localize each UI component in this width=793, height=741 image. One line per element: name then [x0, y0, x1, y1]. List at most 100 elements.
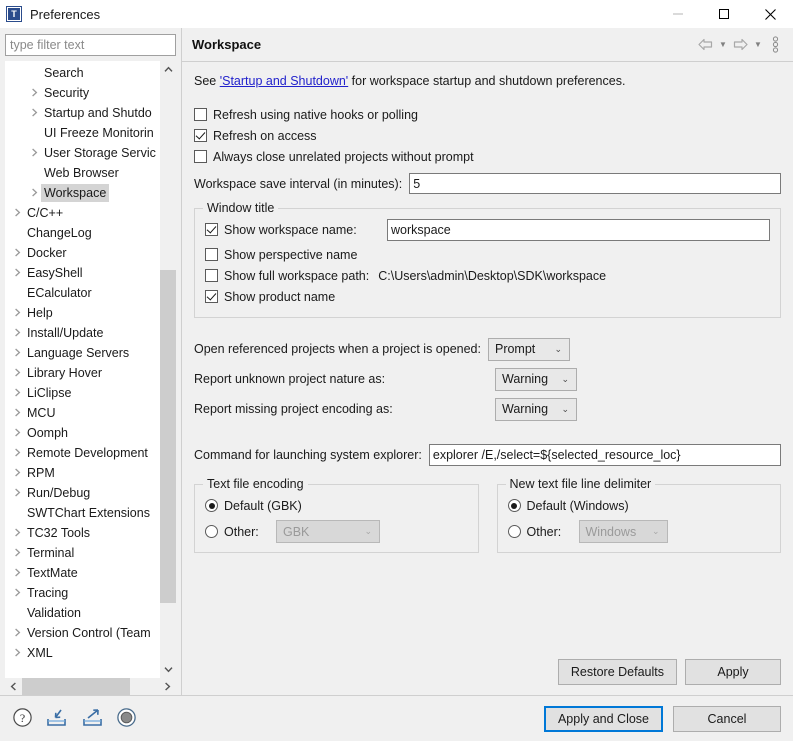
sidebar-item-language-servers[interactable]: Language Servers: [5, 343, 159, 363]
sidebar-item-mcu[interactable]: MCU: [5, 403, 159, 423]
filter-input[interactable]: type filter text: [5, 34, 176, 56]
checkbox-box[interactable]: [194, 108, 207, 121]
radio-button[interactable]: [205, 525, 218, 538]
sidebar-item-user-storage-servic[interactable]: User Storage Servic: [5, 143, 159, 163]
workspace-name-input[interactable]: workspace: [387, 218, 770, 241]
sidebar-item-install-update[interactable]: Install/Update: [5, 323, 159, 343]
view-menu-icon[interactable]: [766, 35, 785, 55]
chevron-right-icon[interactable]: [10, 383, 24, 403]
sidebar-item-changelog[interactable]: ChangeLog: [5, 223, 159, 243]
apply-and-close-button[interactable]: Apply and Close: [543, 705, 663, 732]
chevron-right-icon[interactable]: [10, 303, 24, 323]
delimiter-other-select[interactable]: Windows ⌄: [578, 520, 668, 543]
sidebar-item-library-hover[interactable]: Library Hover: [5, 363, 159, 383]
close-icon[interactable]: [747, 0, 793, 28]
sidebar-item-c-c[interactable]: C/C++: [5, 203, 159, 223]
sidebar-item-tracing[interactable]: Tracing: [5, 583, 159, 603]
sidebar-item-version-control-team[interactable]: Version Control (Team: [5, 623, 159, 643]
sidebar-item-ecalculator[interactable]: ECalculator: [5, 283, 159, 303]
chevron-right-icon[interactable]: [10, 403, 24, 423]
radio-button[interactable]: [507, 525, 521, 538]
scroll-up-icon[interactable]: [160, 61, 176, 78]
sidebar-item-docker[interactable]: Docker: [5, 243, 159, 263]
radio-encoding-other[interactable]: Other: GBK ⌄: [205, 520, 468, 543]
radio-delimiter-default[interactable]: Default (Windows): [507, 495, 771, 516]
sidebar-item-rpm[interactable]: RPM: [5, 463, 159, 483]
startup-shutdown-link[interactable]: 'Startup and Shutdown': [220, 74, 348, 88]
sidebar-item-terminal[interactable]: Terminal: [5, 543, 159, 563]
cancel-button[interactable]: Cancel: [673, 705, 781, 732]
checkbox-refresh-native-hooks[interactable]: Refresh using native hooks or polling: [194, 104, 781, 125]
scroll-down-icon[interactable]: [160, 661, 176, 678]
chevron-right-icon[interactable]: [10, 263, 24, 283]
chevron-right-icon[interactable]: [10, 423, 24, 443]
oomph-record-icon[interactable]: [116, 707, 137, 731]
checkbox-box[interactable]: [205, 248, 218, 261]
sidebar-item-remote-development[interactable]: Remote Development: [5, 443, 159, 463]
hscroll-thumb[interactable]: [22, 678, 130, 695]
back-arrow-icon[interactable]: [696, 35, 715, 55]
sidebar-item-swtchart-extensions[interactable]: SWTChart Extensions: [5, 503, 159, 523]
chevron-right-icon[interactable]: [10, 563, 24, 583]
apply-button[interactable]: Apply: [685, 659, 781, 685]
sidebar-item-ui-freeze-monitorin[interactable]: UI Freeze Monitorin: [5, 123, 159, 143]
checkbox-box[interactable]: [194, 150, 207, 163]
forward-history-chevron-down-icon[interactable]: ▼: [752, 35, 764, 55]
chevron-right-icon[interactable]: [10, 203, 24, 223]
restore-defaults-button[interactable]: Restore Defaults: [557, 659, 677, 685]
chevron-right-icon[interactable]: [10, 463, 24, 483]
sidebar-item-xml[interactable]: XML: [5, 643, 159, 663]
chevron-right-icon[interactable]: [10, 643, 24, 663]
sidebar-item-oomph[interactable]: Oomph: [5, 423, 159, 443]
radio-button[interactable]: [205, 499, 218, 512]
checkbox-always-close-unrelated[interactable]: Always close unrelated projects without …: [194, 146, 781, 167]
checkbox-refresh-on-access[interactable]: Refresh on access: [194, 125, 781, 146]
report-missing-encoding-select[interactable]: Warning ⌄: [495, 397, 577, 421]
sidebar-item-validation[interactable]: Validation: [5, 603, 159, 623]
chevron-right-icon[interactable]: [10, 343, 24, 363]
chevron-right-icon[interactable]: [10, 243, 24, 263]
checkbox-show-product-name[interactable]: Show product name: [205, 286, 770, 307]
sidebar-item-textmate[interactable]: TextMate: [5, 563, 159, 583]
chevron-right-icon[interactable]: [10, 543, 24, 563]
open-referenced-projects-select[interactable]: Prompt ⌄: [487, 337, 570, 361]
chevron-right-icon[interactable]: [10, 323, 24, 343]
sidebar-item-security[interactable]: Security: [5, 83, 159, 103]
export-preferences-icon[interactable]: [80, 707, 105, 731]
chevron-right-icon[interactable]: [10, 483, 24, 503]
chevron-right-icon[interactable]: [10, 583, 24, 603]
sidebar-item-tc32-tools[interactable]: TC32 Tools: [5, 523, 159, 543]
back-history-chevron-down-icon[interactable]: ▼: [717, 35, 729, 55]
vscroll-track[interactable]: [160, 78, 176, 661]
radio-delimiter-other[interactable]: Other: Windows ⌄: [507, 520, 771, 543]
scroll-right-icon[interactable]: [159, 678, 176, 695]
import-preferences-icon[interactable]: [44, 707, 69, 731]
chevron-right-icon[interactable]: [10, 443, 24, 463]
chevron-right-icon[interactable]: [27, 103, 41, 123]
checkbox-box[interactable]: [205, 269, 218, 282]
tree-vertical-scrollbar[interactable]: [159, 61, 176, 678]
help-icon[interactable]: ?: [12, 707, 33, 731]
sidebar-item-startup-and-shutdo[interactable]: Startup and Shutdo: [5, 103, 159, 123]
report-unknown-nature-select[interactable]: Warning ⌄: [495, 367, 577, 391]
vscroll-thumb[interactable]: [160, 270, 176, 603]
radio-encoding-default[interactable]: Default (GBK): [205, 495, 468, 516]
sidebar-item-web-browser[interactable]: Web Browser: [5, 163, 159, 183]
preferences-tree[interactable]: Search Security Startup and Shutdo UI Freez…: [5, 61, 176, 678]
hscroll-track[interactable]: [22, 678, 159, 695]
checkbox-show-workspace-name[interactable]: Show workspace name: workspace: [205, 218, 770, 241]
chevron-right-icon[interactable]: [27, 183, 41, 203]
sidebar-item-run-debug[interactable]: Run/Debug: [5, 483, 159, 503]
scroll-left-icon[interactable]: [5, 678, 22, 695]
forward-arrow-icon[interactable]: [731, 35, 750, 55]
checkbox-box[interactable]: [205, 290, 218, 303]
sidebar-item-easyshell[interactable]: EasyShell: [5, 263, 159, 283]
chevron-right-icon[interactable]: [10, 523, 24, 543]
tree-horizontal-scrollbar[interactable]: [5, 678, 176, 695]
save-interval-input[interactable]: 5: [409, 173, 781, 194]
chevron-right-icon[interactable]: [10, 623, 24, 643]
radio-button[interactable]: [507, 499, 521, 512]
explorer-command-input[interactable]: explorer /E,/select=${selected_resource_…: [428, 444, 781, 466]
checkbox-box[interactable]: [205, 223, 218, 236]
sidebar-item-liclipse[interactable]: LiClipse: [5, 383, 159, 403]
